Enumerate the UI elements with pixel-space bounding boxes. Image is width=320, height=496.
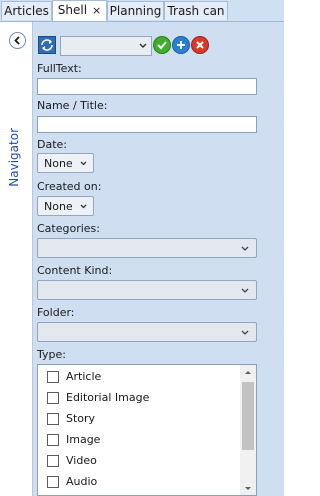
delete-button[interactable] [191,36,209,54]
created-on-select[interactable]: None [37,196,94,216]
type-label: Type: [37,348,66,361]
categories-select[interactable] [37,238,257,258]
chevron-down-icon [139,43,147,48]
tab-trash-can[interactable]: Trash can [164,1,228,20]
tab-planning-label: Planning [109,4,162,18]
type-checkbox[interactable] [47,413,59,425]
fulltext-label: FullText: [37,62,82,75]
navigator-strip: Navigator [0,22,33,496]
chevron-down-icon [80,204,87,209]
scrollbar-thumb[interactable] [242,382,254,450]
check-button[interactable] [153,36,171,54]
chevron-down-icon [241,330,249,335]
tab-articles-label: Articles [4,4,49,18]
close-icon[interactable]: × [92,4,101,17]
type-checkbox[interactable] [47,455,59,467]
search-panel: FullText: Name / Title: Date: None Creat… [33,22,284,496]
add-icon [177,41,185,49]
type-item-label: Audio [66,475,98,488]
folder-select[interactable] [37,322,257,342]
name-title-label: Name / Title: [37,99,108,112]
type-checkbox[interactable] [47,392,59,404]
type-list-scrollbar[interactable] [240,365,256,495]
check-icon [157,41,167,50]
delete-icon [196,41,204,49]
fulltext-input[interactable] [37,78,257,95]
date-select-value: None [44,157,73,170]
saved-search-select[interactable] [60,36,152,56]
created-on-select-value: None [44,200,73,213]
type-item-label: Story [66,412,96,425]
tab-shell-label: Shell [57,3,88,17]
navigator-label[interactable]: Navigator [7,128,21,187]
type-item-label: Video [66,454,97,467]
add-button[interactable] [172,36,190,54]
folder-label: Folder: [37,306,75,319]
refresh-icon [41,39,53,51]
date-label: Date: [37,138,67,151]
collapse-navigator-button[interactable] [9,32,26,49]
date-select[interactable]: None [37,153,94,173]
tab-planning[interactable]: Planning [107,1,164,20]
type-item-label: Image [66,433,101,446]
type-checkbox[interactable] [47,476,59,488]
created-on-label: Created on: [37,180,102,193]
chevron-down-icon [241,246,249,251]
name-title-input[interactable] [37,116,257,133]
tab-trash-can-label: Trash can [167,4,225,18]
scroll-up-icon[interactable] [244,370,252,375]
tab-shell[interactable]: Shell × [52,0,107,21]
content-kind-select[interactable] [37,280,257,300]
chevron-left-icon [14,36,20,45]
type-checkbox[interactable] [47,434,59,446]
tab-strip: Articles Shell × Planning Trash can [0,0,284,22]
scroll-down-icon[interactable] [244,486,252,491]
type-item-label: Article [66,370,102,383]
type-checkbox[interactable] [47,371,59,383]
content-kind-label: Content Kind: [37,264,113,277]
chevron-down-icon [80,161,87,166]
tab-articles[interactable]: Articles [1,1,52,20]
chevron-down-icon [241,288,249,293]
categories-label: Categories: [37,222,100,235]
type-item-label: Editorial Image [66,391,150,404]
refresh-button[interactable] [38,36,56,54]
type-list: Article Editorial Image Story Image Vide… [37,364,257,496]
